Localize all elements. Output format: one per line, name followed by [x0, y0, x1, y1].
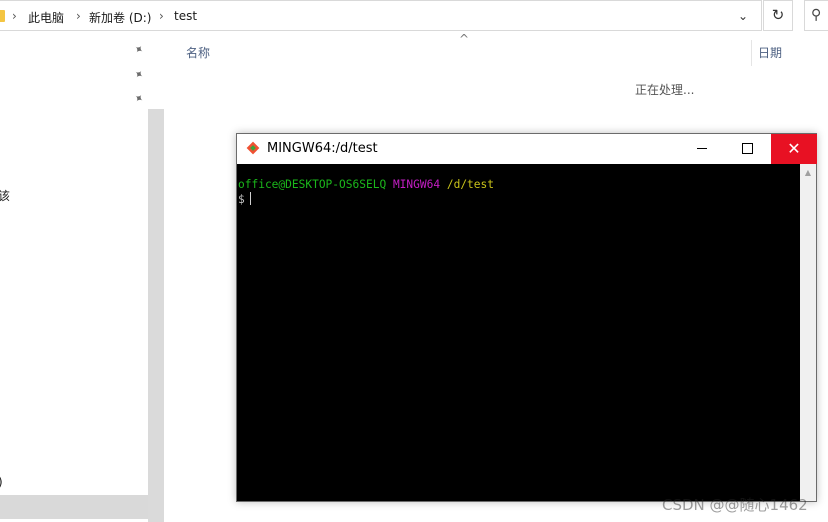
maximize-icon	[741, 143, 753, 154]
breadcrumb-test[interactable]: test	[174, 9, 197, 23]
column-header-date[interactable]: 日期	[758, 44, 782, 61]
terminal-title: MINGW64:/d/test	[267, 141, 378, 156]
prompt-user-host: office@DESKTOP-OS6SELQ	[238, 178, 387, 191]
terminal-scrollbar-thumb[interactable]	[801, 181, 815, 499]
minimize-icon	[697, 148, 707, 149]
prompt-path: /d/test	[446, 178, 494, 191]
folder-icon	[0, 10, 5, 22]
breadcrumb-this-pc[interactable]: 此电脑	[28, 9, 64, 26]
chevron-down-icon[interactable]: ⌄	[738, 9, 748, 23]
sort-ascending-icon: ^	[459, 32, 470, 46]
watermark: CSDN @@随心1462	[662, 496, 808, 514]
column-divider[interactable]	[751, 40, 752, 66]
pin-icon[interactable]: ✦	[131, 91, 146, 107]
terminal-output[interactable]: office@DESKTOP-OS6SELQ MINGW64 /d/test $	[237, 164, 800, 501]
close-icon: ✕	[787, 139, 801, 158]
breadcrumb-separator: ›	[12, 9, 17, 23]
terminal-titlebar[interactable]: MINGW64:/d/test ✕	[237, 134, 817, 164]
prompt-symbol: $	[238, 193, 245, 206]
search-icon: ⚲	[811, 7, 822, 23]
search-input[interactable]: ⚲	[804, 0, 828, 31]
text-cursor	[249, 192, 251, 205]
minimize-button[interactable]	[679, 134, 725, 164]
close-button[interactable]: ✕	[771, 134, 817, 164]
git-icon	[246, 141, 260, 155]
nav-scrollbar[interactable]	[148, 109, 164, 522]
nav-scrollbar-thumb[interactable]	[148, 109, 164, 522]
scroll-up-icon[interactable]: ▲	[800, 164, 816, 181]
terminal-scrollbar[interactable]: ▲	[800, 164, 816, 501]
breadcrumb-separator: ›	[159, 9, 164, 23]
terminal-window[interactable]: MINGW64:/d/test ✕ office@DESKTOP-OS6SELQ…	[236, 133, 817, 502]
address-bar[interactable]: › 此电脑 › 新加卷 (D:) › test ⌄	[0, 0, 762, 31]
pin-icon[interactable]: ✦	[131, 42, 146, 58]
breadcrumb-separator: ›	[76, 9, 81, 23]
maximize-button[interactable]	[724, 134, 770, 164]
nav-item-fragment[interactable]: 该	[0, 187, 10, 204]
nav-item-fragment[interactable]: )	[0, 475, 3, 489]
refresh-button[interactable]: ↻	[763, 0, 793, 31]
navigation-pane: ✦ ✦ ✦ 该 )	[0, 31, 164, 522]
prompt-env: MINGW64	[392, 178, 441, 191]
column-header-name[interactable]: 名称	[186, 44, 210, 61]
prompt-line: office@DESKTOP-OS6SELQ MINGW64 /d/test	[238, 177, 494, 192]
status-processing: 正在处理...	[635, 83, 695, 97]
pin-icon[interactable]: ✦	[131, 67, 146, 83]
command-line[interactable]: $	[238, 192, 251, 207]
nav-item-selected[interactable]	[0, 495, 148, 519]
breadcrumb-drive-d[interactable]: 新加卷 (D:)	[89, 9, 151, 26]
